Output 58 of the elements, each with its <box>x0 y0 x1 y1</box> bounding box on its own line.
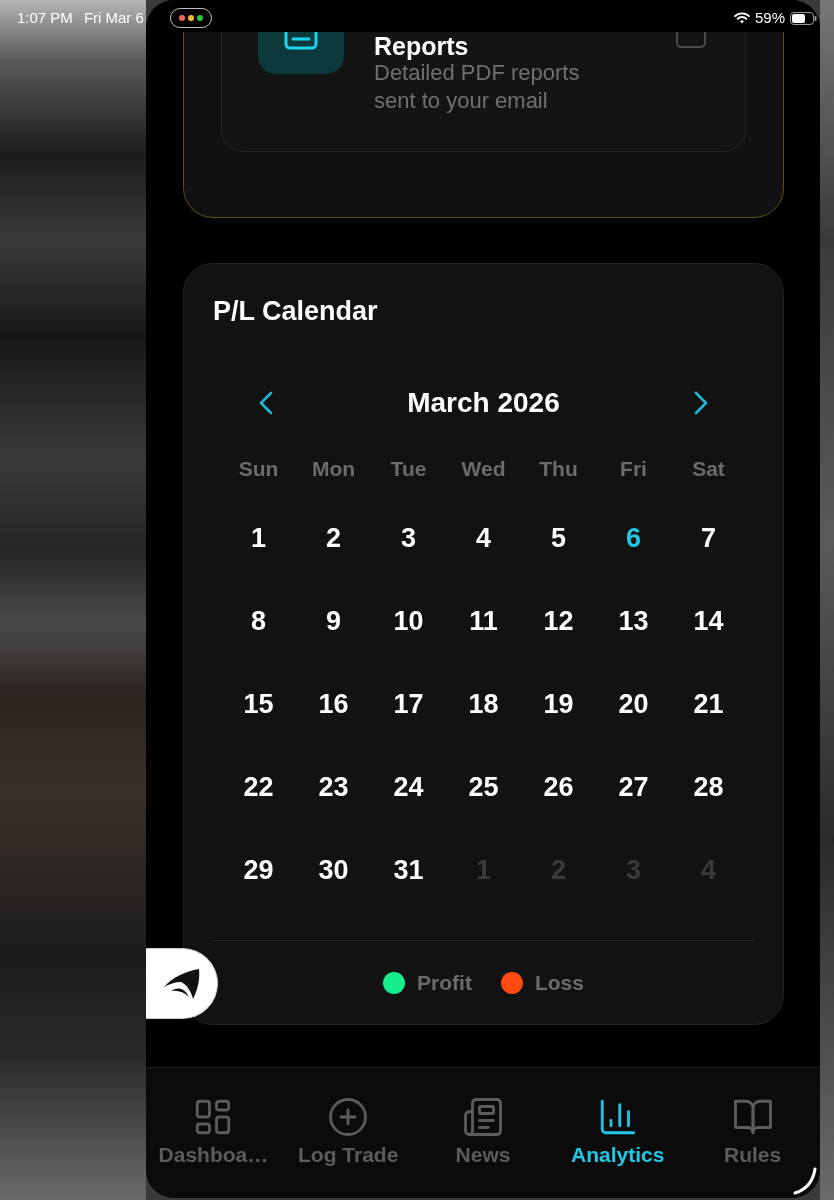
report-title: Reports <box>374 33 470 59</box>
calendar-day[interactable]: 7 <box>701 521 716 554</box>
calendar-day[interactable]: 10 <box>393 604 424 637</box>
chevron-left-icon <box>259 391 273 415</box>
calendar-day[interactable]: 19 <box>543 687 574 720</box>
battery-percent: 59% <box>754 9 785 27</box>
calendar-day[interactable]: 15 <box>243 687 274 720</box>
calendar-day[interactable]: 26 <box>543 770 574 803</box>
weekday-label: Fri <box>620 456 647 482</box>
calendar-day[interactable]: 21 <box>693 687 724 720</box>
calendar-day[interactable]: 17 <box>393 687 424 720</box>
calendar-day[interactable]: 27 <box>618 770 649 803</box>
calendar-title: P/L Calendar <box>213 295 379 328</box>
calendar-day[interactable]: 9 <box>326 604 341 637</box>
legend-label: Profit <box>417 970 472 996</box>
calendar-day[interactable]: 6 <box>626 521 641 554</box>
calendar-day[interactable]: 1 <box>251 521 266 554</box>
calendar-day[interactable]: 8 <box>251 604 266 637</box>
calendar-day[interactable]: 11 <box>469 604 498 637</box>
calendar-day[interactable]: 2 <box>326 521 341 554</box>
side-tab-button[interactable] <box>146 948 218 1019</box>
calendar-day[interactable]: 12 <box>543 604 574 637</box>
calendar-day[interactable]: 31 <box>393 853 424 886</box>
battery-icon <box>790 11 817 25</box>
month-label: March 2026 <box>407 386 560 420</box>
calendar-day[interactable]: 22 <box>243 770 274 803</box>
calendar-day[interactable]: 13 <box>618 604 649 637</box>
legend-label: Loss <box>534 970 584 996</box>
calendar-day[interactable]: 25 <box>468 770 499 803</box>
calendar-day[interactable]: 5 <box>551 521 566 554</box>
calendar-day[interactable]: 20 <box>618 687 649 720</box>
window-menu-button[interactable] <box>169 8 212 28</box>
plus-circle-icon <box>327 1096 370 1138</box>
wifi-icon <box>733 12 750 24</box>
calendar-day[interactable]: 14 <box>693 604 724 637</box>
three-dots-icon <box>178 15 203 21</box>
weekday-label: Sat <box>692 456 725 482</box>
tab-bar-item[interactable]: Analytics <box>550 1068 686 1198</box>
report-description: Detailed PDF reports sent to your email <box>374 60 581 115</box>
calendar-day[interactable]: 28 <box>693 770 724 803</box>
calendar-day[interactable]: 18 <box>468 687 499 720</box>
calendar-day[interactable]: 30 <box>318 853 349 886</box>
calendar-day[interactable]: 3 <box>401 521 416 554</box>
status-date: Fri Mar 6 <box>83 9 144 27</box>
calendar-day[interactable]: 4 <box>476 521 491 554</box>
resize-handle-icon[interactable] <box>793 1167 817 1195</box>
status-time: 1:07 PM <box>17 9 73 27</box>
weekday-label: Wed <box>461 456 506 482</box>
weekday-label: Thu <box>539 456 578 482</box>
calendar-day[interactable]: 16 <box>318 687 349 720</box>
weekday-label: Tue <box>390 456 427 482</box>
calendar-day[interactable]: 29 <box>243 853 274 886</box>
weekday-label: Sun <box>238 456 279 482</box>
weekday-label: Mon <box>311 456 356 482</box>
chevron-right-icon <box>694 391 708 415</box>
newspaper-icon <box>462 1096 504 1138</box>
calendar-day[interactable]: 23 <box>318 770 349 803</box>
calendar-day[interactable]: 24 <box>393 770 424 803</box>
